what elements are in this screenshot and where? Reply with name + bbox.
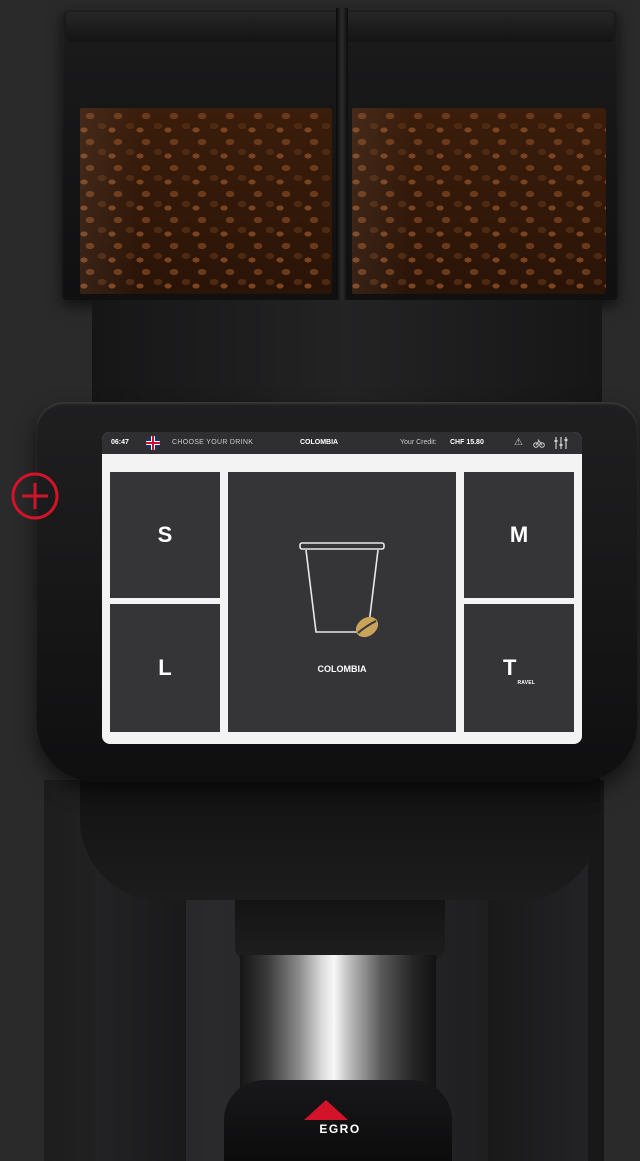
add-button[interactable] — [11, 472, 59, 520]
plus-circle-icon — [11, 472, 59, 520]
brand-logo-text: EGRO — [319, 1122, 361, 1136]
spout-base — [224, 1080, 452, 1161]
size-medium-button[interactable]: M — [464, 472, 574, 598]
size-small-button[interactable]: S — [110, 472, 220, 598]
size-travel-rest: RAVEL — [517, 680, 536, 686]
housing-chin — [80, 770, 600, 900]
selected-product-label: COLOMBIA — [300, 439, 339, 446]
credit-label: Your Credit: — [400, 439, 437, 446]
size-travel-button[interactable]: T RAVEL — [464, 604, 574, 732]
uk-flag-icon[interactable] — [146, 436, 160, 450]
size-travel-letter: T — [502, 655, 517, 680]
glass-sheen — [80, 108, 140, 294]
settings-sliders-icon[interactable] — [554, 432, 568, 454]
glass-sheen — [352, 108, 412, 294]
touch-screen: 06:47 CHOOSE YOUR DRINK COLOMBIA Your Cr… — [102, 432, 582, 744]
size-large-button[interactable]: L — [110, 604, 220, 732]
clock: 06:47 — [111, 439, 129, 446]
hopper-divider — [336, 8, 348, 300]
size-medium-label: M — [509, 522, 529, 547]
size-large-label: L — [158, 655, 172, 680]
credit-value: CHF 15.80 — [450, 439, 484, 446]
machine-neck — [92, 300, 602, 410]
spout-hood — [235, 900, 445, 960]
dispensing-spout — [240, 955, 436, 1090]
egro-logo-icon — [304, 1100, 348, 1120]
product-name: COLOMBIA — [317, 664, 367, 674]
status-bar: 06:47 CHOOSE YOUR DRINK COLOMBIA Your Cr… — [102, 432, 582, 454]
bicycle-icon[interactable] — [533, 432, 545, 454]
product-tile-colombia[interactable]: COLOMBIA — [228, 472, 456, 732]
cup-with-coffee-bean-icon — [299, 542, 385, 638]
choose-drink-label: CHOOSE YOUR DRINK — [172, 439, 254, 446]
size-small-label: S — [157, 522, 173, 547]
alert-triangle-icon[interactable]: ⚠ — [514, 432, 523, 454]
